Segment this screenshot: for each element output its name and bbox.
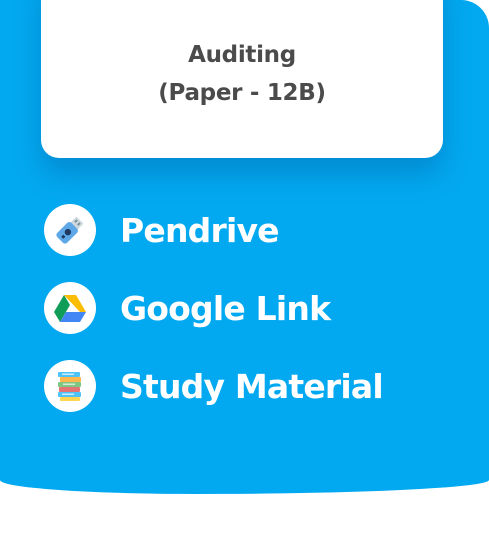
pendrive-icon xyxy=(44,204,96,256)
mode-label: Study Material xyxy=(120,366,384,406)
mode-item-google-link[interactable]: Google Link xyxy=(44,282,383,334)
mode-list: Pendrive Google Link Study Material xyxy=(44,204,384,438)
mode-label: Google Link xyxy=(120,288,331,328)
books-icon xyxy=(44,360,96,412)
mode-label: Pendrive xyxy=(120,210,280,250)
course-panel: Auditing (Paper - 12B) Pendrive Google L… xyxy=(0,0,489,494)
course-subtitle: (Paper - 12B) xyxy=(158,80,326,106)
course-title: Auditing xyxy=(188,42,296,68)
course-card[interactable]: Auditing (Paper - 12B) xyxy=(41,0,443,158)
mode-item-study-material[interactable]: Study Material xyxy=(44,360,384,412)
google-drive-icon xyxy=(44,282,96,334)
mode-item-pendrive[interactable]: Pendrive xyxy=(44,204,383,256)
